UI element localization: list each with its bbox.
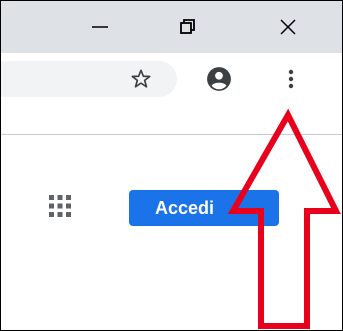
three-dots-vertical-icon — [288, 69, 294, 89]
account-circle-icon — [207, 67, 231, 91]
browser-toolbar — [1, 53, 342, 107]
star-icon — [131, 69, 151, 88]
restore-icon — [180, 19, 195, 34]
close-button[interactable] — [257, 1, 319, 53]
browser-window: Accedi — [0, 0, 343, 331]
restore-button[interactable] — [157, 1, 219, 53]
page-divider — [1, 134, 342, 135]
minimize-icon — [92, 26, 108, 28]
bookmark-button[interactable] — [127, 65, 155, 93]
minimize-button[interactable] — [69, 1, 131, 53]
google-apps-button[interactable] — [47, 193, 73, 219]
close-icon — [280, 19, 296, 35]
profile-button[interactable] — [205, 65, 233, 93]
chrome-menu-button[interactable] — [279, 65, 303, 93]
title-bar — [1, 1, 342, 53]
signin-button[interactable]: Accedi — [129, 190, 279, 226]
apps-grid-icon — [49, 195, 71, 217]
